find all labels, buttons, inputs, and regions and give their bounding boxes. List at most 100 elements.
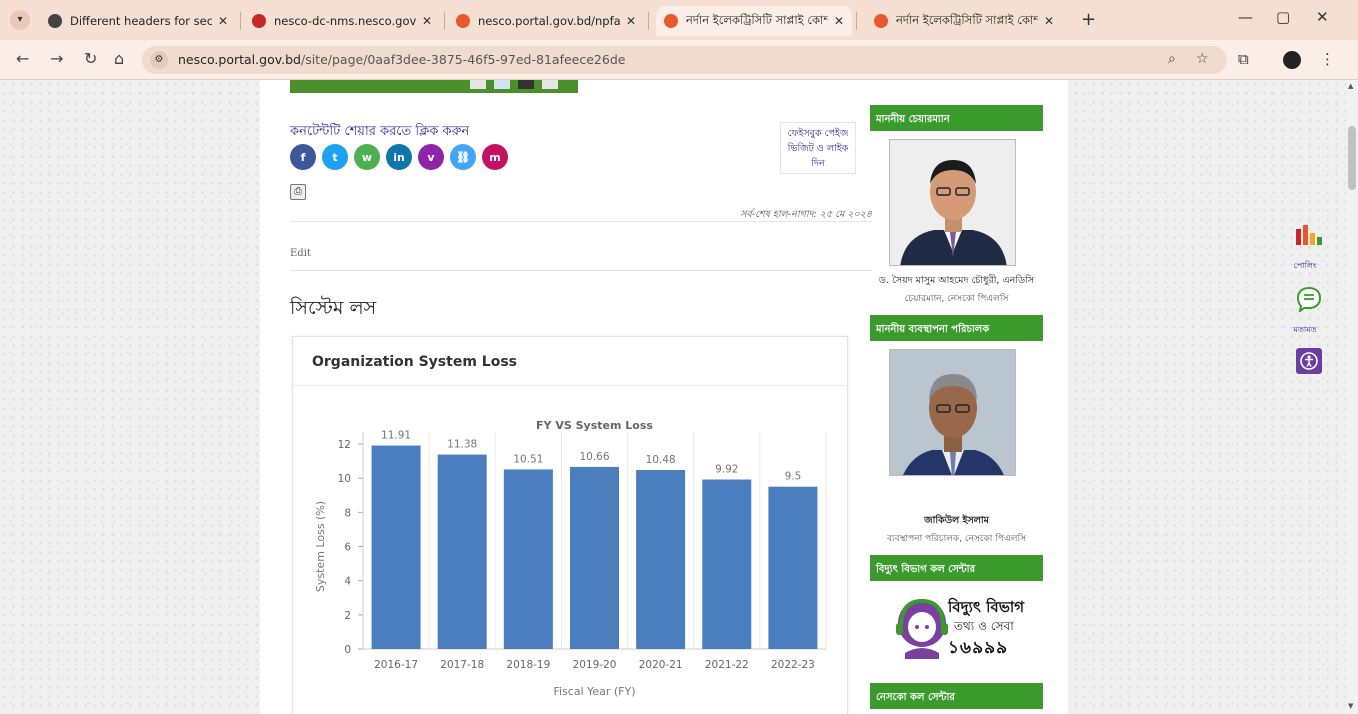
tab-close-icon[interactable]: ✕ [422, 14, 432, 28]
bookmark-star-icon[interactable]: ☆ [1196, 51, 1209, 67]
scroll-down-icon[interactable]: ▼ [1348, 702, 1353, 710]
print-icon[interactable]: ⎙ [290, 184, 306, 200]
edit-link[interactable]: Edit [290, 248, 311, 259]
polling-chart-icon[interactable] [1296, 225, 1322, 245]
md-role: ব্যবস্থাপনা পরিচালক, নেসকো পিএলসি [886, 534, 1027, 544]
y-tick-label: 8 [344, 507, 351, 519]
tab-close-icon[interactable]: ✕ [626, 14, 636, 28]
page-title: সিস্টেম লস [290, 297, 377, 319]
y-tick-label: 2 [344, 610, 351, 622]
bar-value-label: 10.66 [579, 451, 609, 463]
x-tick-label: 2018-19 [506, 659, 550, 671]
close-window-icon[interactable]: ✕ [1316, 8, 1329, 26]
polling-label[interactable]: পোলিং [1287, 260, 1323, 273]
browser-tab[interactable]: Different headers for sections ✕ [40, 6, 236, 36]
accessibility-icon[interactable] [1296, 348, 1322, 374]
menu-kebab-icon[interactable]: ⋮ [1320, 50, 1335, 68]
forward-icon[interactable]: → [50, 49, 63, 68]
divider [290, 270, 872, 271]
tab-close-icon[interactable]: ✕ [834, 14, 844, 28]
tab-separator [444, 12, 445, 30]
tab-title: nesco.portal.gov.bd/npfadmin/ [478, 14, 620, 28]
fb-line-1: ফেইসবুক পেইজ [787, 128, 849, 139]
bar-value-label: 10.48 [646, 454, 676, 466]
browser-tab[interactable]: নর্দান ইলেকট্রিসিটি সাপ্লাই কোম্প ✕ [866, 6, 1062, 36]
tab-separator [240, 12, 241, 30]
feedback-label[interactable]: মতামত [1287, 324, 1323, 337]
facebook-page-box[interactable]: ফেইসবুক পেইজ ভিজিট ও লাইক দিন [780, 122, 856, 174]
page-scrollbar[interactable]: ▲ ▼ [1346, 80, 1358, 714]
tab-close-icon[interactable]: ✕ [1044, 14, 1054, 28]
x-axis-label: Fiscal Year (FY) [553, 685, 635, 698]
person-portrait-icon [890, 140, 1015, 265]
bar-value-label: 9.5 [785, 471, 802, 483]
y-tick-label: 10 [338, 473, 351, 485]
fb-line-2: ভিজিট ও লাইক [787, 143, 849, 154]
bar-value-label: 11.91 [381, 430, 411, 442]
twitter-icon[interactable]: t [322, 144, 348, 170]
md-heading: মাননীয় ব্যবস্থাপনা পরিচালক [870, 315, 1043, 341]
helpline-number[interactable]: ১৬৯৯৯ [948, 635, 1008, 663]
whatsapp-icon[interactable]: w [354, 144, 380, 170]
favicon-icon [874, 14, 888, 28]
url-text[interactable]: nesco.portal.gov.bd/site/page/0aaf3dee-3… [178, 52, 625, 67]
viber-icon[interactable]: v [418, 144, 444, 170]
fb-line-3: দিন [811, 158, 825, 169]
favicon-icon [456, 14, 470, 28]
browser-tab[interactable]: নর্দান ইলেকট্রিসিটি সাপ্লাই কোম্প ✕ [656, 6, 852, 36]
chart-bar [437, 454, 487, 649]
browser-tab[interactable]: nesco.portal.gov.bd/npfadmin/ ✕ [448, 6, 644, 36]
favicon-icon [48, 14, 62, 28]
chairman-photo [889, 139, 1016, 266]
tab-title: নর্দান ইলেকট্রিসিটি সাপ্লাই কোম্প [686, 12, 828, 27]
browser-tab[interactable]: nesco-dc-nms.nesco.gov.bd: H ✕ [244, 6, 440, 36]
bar-value-label: 10.51 [513, 453, 543, 465]
zoom-icon[interactable]: ⌕ [1168, 51, 1176, 67]
browser-toolbar: ← → ↻ ⌂ ⚙ nesco.portal.gov.bd/site/page/… [0, 40, 1358, 80]
x-tick-label: 2022-23 [771, 659, 815, 671]
chart-title: FY VS System Loss [536, 419, 653, 432]
new-tab-button[interactable]: + [1081, 9, 1096, 30]
feedback-chat-icon[interactable] [1296, 286, 1322, 312]
home-icon[interactable]: ⌂ [114, 49, 124, 68]
top-green-banner [290, 80, 578, 93]
tab-title: nesco-dc-nms.nesco.gov.bd: H [274, 14, 416, 28]
address-bar[interactable]: ⚙ nesco.portal.gov.bd/site/page/0aaf3dee… [142, 46, 1227, 74]
y-tick-label: 4 [344, 576, 351, 588]
tab-separator [648, 12, 649, 30]
scroll-thumb[interactable] [1348, 126, 1356, 190]
favicon-icon [664, 14, 678, 28]
chart-bar [768, 486, 818, 649]
x-tick-label: 2020-21 [639, 659, 683, 671]
reload-icon[interactable]: ↻ [84, 49, 97, 68]
chart-card: Organization System Loss 0 2 4 6 8 10 12 11.91 2… [292, 336, 849, 714]
chairman-role: চেয়ারম্যান, নেসকো পিএলসি [904, 294, 1009, 304]
tab-title: নর্দান ইলেকট্রিসিটি সাপ্লাই কোম্প [896, 12, 1038, 27]
site-info-icon[interactable]: ⚙ [150, 51, 168, 69]
maximize-icon[interactable]: ▢ [1276, 8, 1290, 26]
minimize-icon[interactable]: — [1238, 8, 1253, 26]
x-tick-label: 2019-20 [573, 659, 617, 671]
y-tick-label: 0 [344, 644, 351, 656]
link-icon[interactable]: ⛓ [450, 144, 476, 170]
extensions-icon[interactable]: ⧉ [1238, 50, 1249, 68]
y-tick-label: 12 [338, 439, 351, 451]
md-name: জাকিউল ইসলাম [924, 515, 989, 526]
divider [290, 221, 872, 222]
system-loss-chart: 0 2 4 6 8 10 12 11.91 2016-17 11.38 2017-18 10.51 20… [314, 419, 827, 698]
tab-search-icon[interactable]: ▾ [10, 10, 30, 30]
back-icon[interactable]: ← [16, 49, 29, 68]
x-tick-label: 2021-22 [705, 659, 749, 671]
messenger-icon[interactable]: m [482, 144, 508, 170]
nesco-call-heading: নেসকো কল সেন্টার [870, 683, 1043, 709]
chart-bar [503, 469, 553, 649]
linkedin-icon[interactable]: in [386, 144, 412, 170]
share-buttons: f t w in v ⛓ m [290, 144, 508, 170]
tab-close-icon[interactable]: ✕ [218, 14, 228, 28]
profile-avatar[interactable] [1283, 51, 1301, 69]
share-title: কনটেন্টটি শেয়ার করতে ক্লিক করুন [290, 124, 470, 139]
chairman-heading: মাননীয় চেয়ারম্যান [870, 105, 1043, 131]
bar-value-label: 11.38 [447, 439, 477, 451]
facebook-icon[interactable]: f [290, 144, 316, 170]
scroll-up-icon[interactable]: ▲ [1348, 82, 1353, 90]
